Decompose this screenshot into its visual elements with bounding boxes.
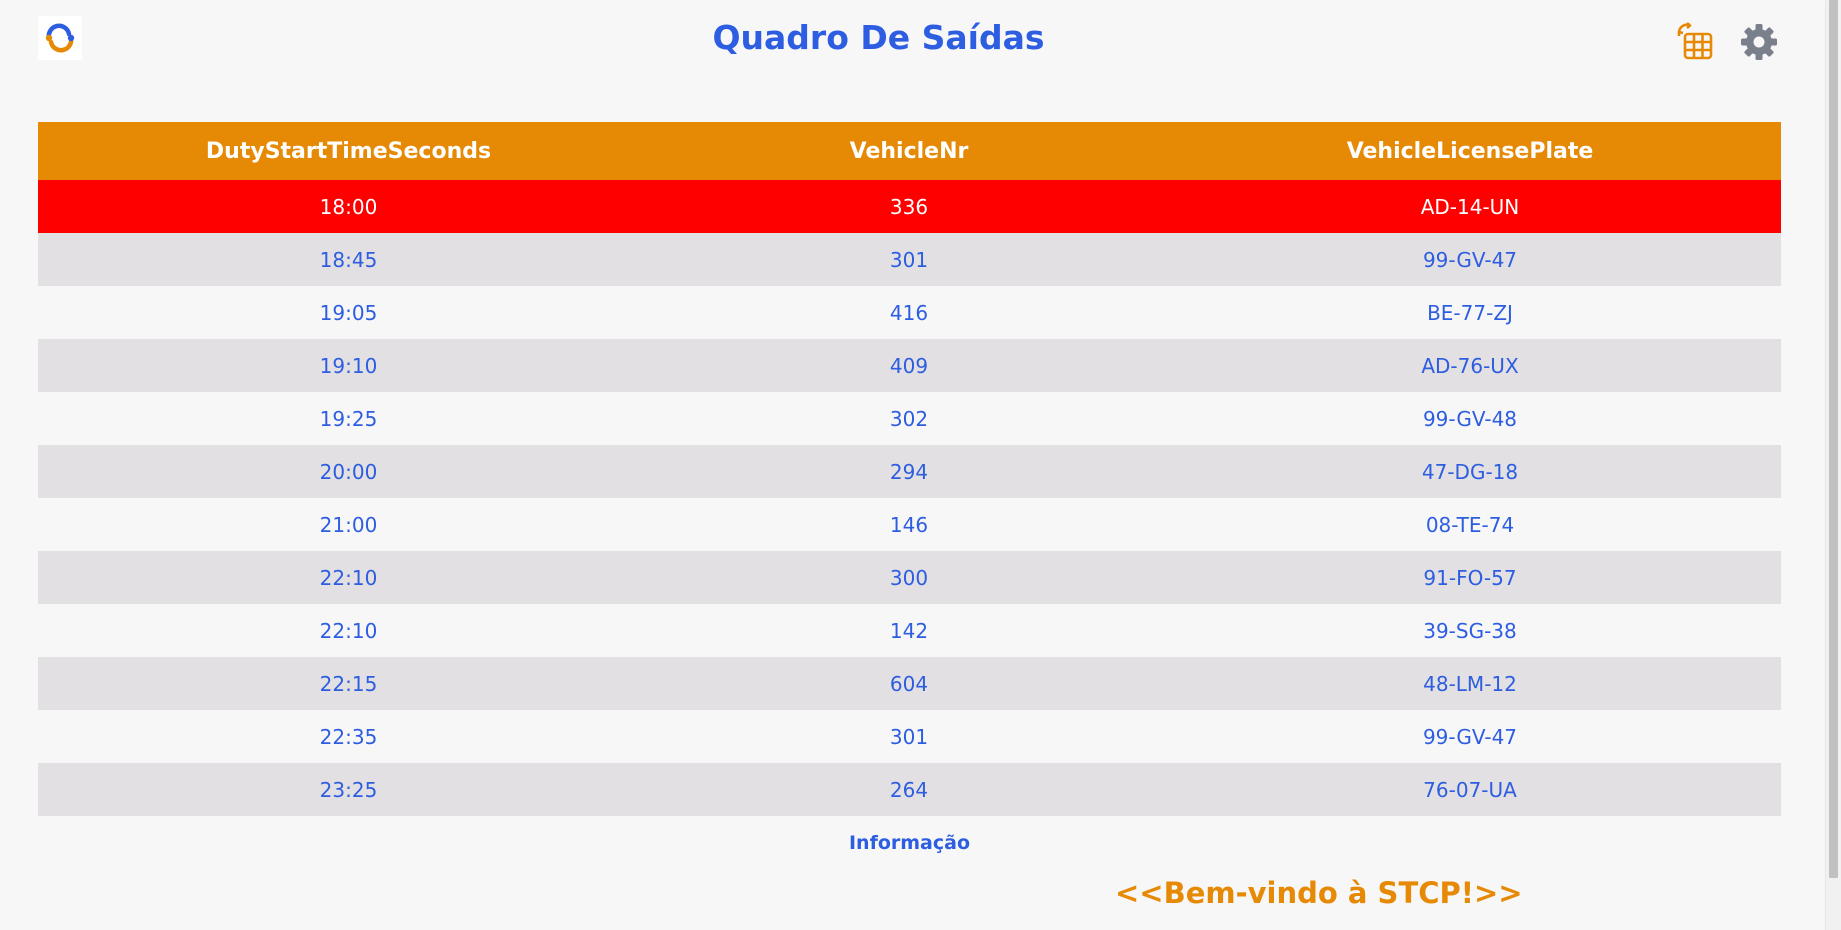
- column-header-duty-start[interactable]: DutyStartTimeSeconds: [38, 122, 659, 180]
- cell-time: 23:25: [38, 763, 659, 816]
- cell-time: 18:45: [38, 233, 659, 286]
- column-header-license-plate[interactable]: VehicleLicensePlate: [1159, 122, 1781, 180]
- cell-plate: 48-LM-12: [1159, 657, 1781, 710]
- cell-plate: 47-DG-18: [1159, 445, 1781, 498]
- table-row[interactable]: 22:15 604 48-LM-12: [38, 657, 1781, 710]
- table-header-row: DutyStartTimeSeconds VehicleNr VehicleLi…: [38, 122, 1781, 180]
- cell-time: 18:00: [38, 180, 659, 233]
- table-row[interactable]: 22:10 300 91-FO-57: [38, 551, 1781, 604]
- cell-plate: AD-76-UX: [1159, 339, 1781, 392]
- cell-vehicle: 302: [659, 392, 1159, 445]
- cell-plate: 99-GV-47: [1159, 710, 1781, 763]
- cell-time: 19:10: [38, 339, 659, 392]
- cell-time: 22:10: [38, 604, 659, 657]
- table-row[interactable]: 18:00 336 AD-14-UN: [38, 180, 1781, 233]
- cell-vehicle: 264: [659, 763, 1159, 816]
- table-row[interactable]: 19:25 302 99-GV-48: [38, 392, 1781, 445]
- cell-vehicle: 301: [659, 710, 1159, 763]
- departures-table: DutyStartTimeSeconds VehicleNr VehicleLi…: [38, 122, 1781, 816]
- cell-plate: 76-07-UA: [1159, 763, 1781, 816]
- cell-vehicle: 416: [659, 286, 1159, 339]
- table-row[interactable]: 22:10 142 39-SG-38: [38, 604, 1781, 657]
- table-row[interactable]: 19:05 416 BE-77-ZJ: [38, 286, 1781, 339]
- cell-time: 20:00: [38, 445, 659, 498]
- cell-vehicle: 301: [659, 233, 1159, 286]
- cell-vehicle: 300: [659, 551, 1159, 604]
- cell-plate: 99-GV-47: [1159, 233, 1781, 286]
- info-link[interactable]: Informação: [38, 832, 1781, 854]
- table-refresh-icon[interactable]: [1674, 20, 1718, 64]
- cell-time: 19:25: [38, 392, 659, 445]
- cell-time: 22:15: [38, 657, 659, 710]
- departures-table-container: DutyStartTimeSeconds VehicleNr VehicleLi…: [38, 122, 1781, 816]
- cell-vehicle: 146: [659, 498, 1159, 551]
- cell-vehicle: 409: [659, 339, 1159, 392]
- cell-plate: 99-GV-48: [1159, 392, 1781, 445]
- column-header-vehicle-nr[interactable]: VehicleNr: [659, 122, 1159, 180]
- cell-plate: 39-SG-38: [1159, 604, 1781, 657]
- cell-vehicle: 294: [659, 445, 1159, 498]
- cell-time: 19:05: [38, 286, 659, 339]
- table-row[interactable]: 20:00 294 47-DG-18: [38, 445, 1781, 498]
- page-title: Quadro De Saídas: [712, 18, 1045, 57]
- cell-plate: 91-FO-57: [1159, 551, 1781, 604]
- cell-vehicle: 142: [659, 604, 1159, 657]
- cell-plate: BE-77-ZJ: [1159, 286, 1781, 339]
- gear-icon[interactable]: [1737, 20, 1781, 64]
- table-row[interactable]: 22:35 301 99-GV-47: [38, 710, 1781, 763]
- table-row[interactable]: 19:10 409 AD-76-UX: [38, 339, 1781, 392]
- page-scrollbar[interactable]: [1825, 0, 1841, 930]
- cell-vehicle: 604: [659, 657, 1159, 710]
- cell-vehicle: 336: [659, 180, 1159, 233]
- page: Quadro De Saídas DutyStartTimeSeconds Ve…: [0, 0, 1841, 930]
- scrollbar-thumb[interactable]: [1829, 0, 1838, 878]
- table-row[interactable]: 18:45 301 99-GV-47: [38, 233, 1781, 286]
- cell-plate: AD-14-UN: [1159, 180, 1781, 233]
- cell-plate: 08-TE-74: [1159, 498, 1781, 551]
- welcome-ticker: <<Bem-vindo à STCP!>>: [1115, 876, 1523, 910]
- table-row[interactable]: 21:00 146 08-TE-74: [38, 498, 1781, 551]
- table-row[interactable]: 23:25 264 76-07-UA: [38, 763, 1781, 816]
- cell-time: 22:10: [38, 551, 659, 604]
- cell-time: 22:35: [38, 710, 659, 763]
- cell-time: 21:00: [38, 498, 659, 551]
